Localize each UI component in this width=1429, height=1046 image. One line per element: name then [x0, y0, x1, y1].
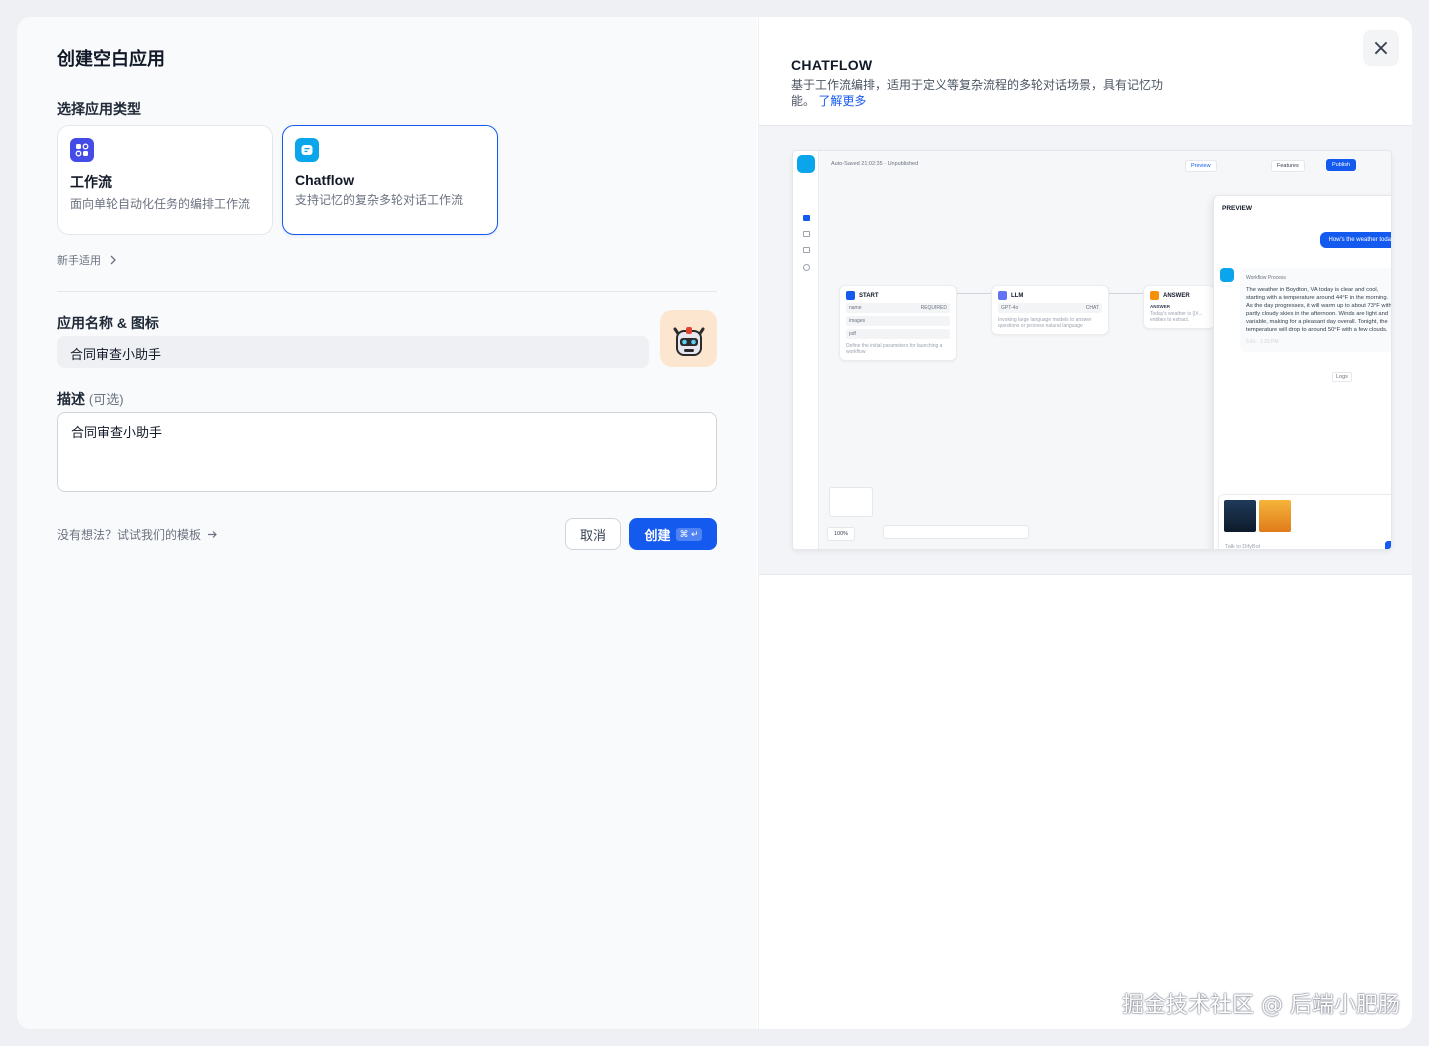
var-row: pdf [846, 329, 950, 339]
app-name-input[interactable]: 合同审查小助手 [57, 336, 649, 368]
watermark: 掘金技术社区 @ 后端小肥肠 [1122, 993, 1400, 1018]
edge [1109, 293, 1143, 294]
chat-input-box[interactable]: Talk to DifyBot [1218, 494, 1391, 549]
description-textarea[interactable]: 合同审查小助手 [57, 412, 717, 492]
bot-answer: Workflow Process The weather in Boydton,… [1240, 268, 1392, 352]
dialog-title: 创建空白应用 [57, 49, 165, 69]
cancel-button[interactable]: 取消 [565, 518, 621, 550]
monitor-icon [803, 264, 810, 271]
desc-label-text: 描述 [57, 391, 85, 407]
annotation-icon [803, 247, 810, 253]
template-link[interactable]: 没有想法？试试我们的模板 [57, 526, 218, 543]
robot-avatar-icon [673, 326, 704, 356]
publish-button[interactable]: Publish [1326, 159, 1357, 171]
llm-node[interactable]: LLM GPT-4o CHAT Invoking large language m… [991, 285, 1109, 335]
chevron-right-icon [110, 255, 116, 265]
arrow-right-icon [208, 531, 217, 538]
var-row: name REQUIRED [846, 303, 950, 313]
node-desc: Define the initial parameters for launch… [846, 343, 943, 355]
user-message: How's the weather today [1320, 232, 1391, 248]
type-desc: 面向单轮自动化任务的编排工作流 [70, 197, 251, 211]
start-node[interactable]: START name REQUIRED images pdf Define the… [839, 285, 957, 361]
answer-meta: 5.6s · 1:20 PM [1246, 339, 1279, 345]
bot-icon [797, 155, 815, 173]
shortcut-hint: ⌘ ↵ [676, 527, 702, 541]
type-card-workflow[interactable]: 工作流 面向单轮自动化任务的编排工作流 [57, 125, 273, 235]
type-desc: 支持记忆的复杂多轮对话工作流 [295, 193, 464, 207]
autosave-status: Auto-Saved 21:02:35 · Unpublished [831, 161, 919, 167]
create-app-dialog: 创建空白应用 选择应用类型 工作流 面向单轮自动化任务的编排工作流 Chatfl… [17, 17, 1412, 1029]
answer-text: The weather in Boydton, VA today is clea… [1246, 287, 1392, 333]
type-name: 工作流 [70, 174, 112, 190]
canvas-toolbar[interactable] [883, 525, 1029, 539]
app-type-label: 选择应用类型 [57, 101, 141, 117]
create-button[interactable]: 创建 ⌘ ↵ [629, 518, 717, 550]
node-desc: Today's weather is {{#... entities to ex… [1150, 311, 1203, 323]
learn-more-link[interactable]: 了解更多 [818, 94, 866, 108]
logs-button[interactable]: Logs [1332, 372, 1352, 382]
divider [57, 291, 717, 292]
preview-panel: CHATFLOW 基于工作流编排，适用于定义等复杂流程的多轮对话场景，具有记忆功… [758, 17, 1412, 1029]
answer-node[interactable]: ANSWER ANSWER Today's weather is {{#... … [1143, 285, 1215, 329]
desc-optional: (可选) [88, 392, 124, 407]
chatflow-screenshot: Auto-Saved 21:02:35 · Unpublished Previe… [792, 150, 1392, 550]
preview-panel-title: PREVIEW [1222, 205, 1252, 212]
studio-icon [803, 215, 810, 221]
logs-icon [803, 231, 810, 237]
image-thumbnail [1259, 500, 1291, 532]
model-row: GPT-4o CHAT [998, 303, 1102, 313]
preview-desc: 基于工作流编排，适用于定义等复杂流程的多轮对话场景，具有记忆功能。 了解更多 [791, 77, 1171, 109]
close-icon[interactable]: × [1363, 30, 1399, 66]
form-panel: 创建空白应用 选择应用类型 工作流 面向单轮自动化任务的编排工作流 Chatfl… [17, 17, 757, 1029]
type-card-chatflow[interactable]: Chatflow 支持记忆的复杂多轮对话工作流 [282, 125, 498, 235]
node-title: START [859, 292, 879, 299]
chat-input[interactable]: Talk to DifyBot [1225, 544, 1260, 549]
screenshot-sidebar [793, 151, 819, 549]
node-title: ANSWER [1163, 292, 1190, 299]
image-thumbnail [1224, 500, 1256, 532]
desc-label: 描述 (可选) [57, 389, 124, 409]
preview-title: CHATFLOW [791, 57, 873, 73]
preview-image-area: Auto-Saved 21:02:35 · Unpublished Previe… [759, 125, 1412, 575]
app-icon-picker[interactable] [660, 310, 717, 367]
answer-label: ANSWER [1150, 304, 1170, 309]
features-button[interactable]: Features [1271, 160, 1305, 172]
minimap[interactable] [829, 487, 873, 517]
workflow-icon [70, 138, 94, 162]
type-name: Chatflow [295, 172, 355, 188]
create-label: 创建 [644, 527, 671, 543]
node-title: LLM [1011, 292, 1024, 299]
chat-preview-panel: PREVIEW How's the weather today Workflow… [1213, 195, 1392, 549]
template-link-label: 没有想法？试试我们的模板 [57, 528, 202, 542]
node-desc: Invoking large language models to answer… [998, 317, 1092, 329]
edge [957, 293, 991, 294]
bot-avatar-icon [1220, 268, 1234, 282]
beginner-toggle[interactable]: 新手适用 [57, 252, 117, 268]
var-row: images [846, 316, 950, 326]
zoom-control[interactable]: 100% [827, 527, 856, 541]
preview-button[interactable]: Preview [1185, 160, 1217, 172]
chatflow-icon [295, 138, 319, 162]
send-icon[interactable] [1385, 541, 1391, 549]
name-icon-label: 应用名称 & 图标 [57, 315, 159, 331]
beginner-label: 新手适用 [57, 255, 101, 267]
workflow-process[interactable]: Workflow Process [1246, 274, 1391, 282]
